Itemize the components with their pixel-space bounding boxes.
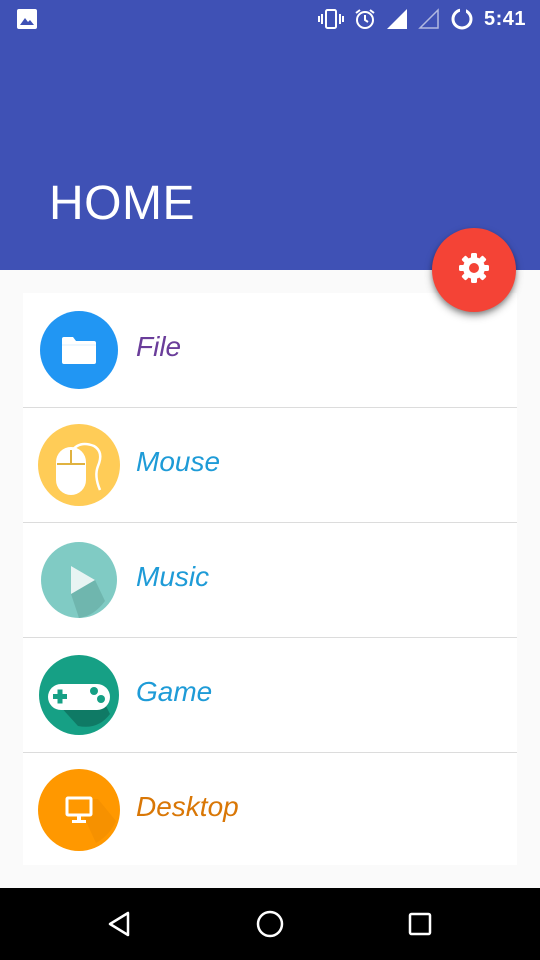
signal-empty-icon bbox=[418, 8, 440, 30]
list-item-label: Desktop bbox=[136, 791, 239, 822]
sync-icon bbox=[450, 7, 474, 31]
list-item-label: Mouse bbox=[136, 446, 221, 477]
system-nav-bar bbox=[0, 888, 540, 960]
list-item-label: Game bbox=[136, 676, 213, 707]
list-item-label: File bbox=[136, 331, 182, 362]
home-button[interactable] bbox=[250, 906, 290, 946]
gamepad-icon bbox=[38, 654, 120, 736]
page-title: HOME bbox=[49, 177, 195, 230]
status-bar: 5:41 bbox=[0, 0, 540, 38]
back-button[interactable] bbox=[100, 906, 140, 946]
list-item-label: Music bbox=[136, 561, 210, 592]
settings-fab-button[interactable] bbox=[432, 228, 516, 312]
list-item-file[interactable]: File bbox=[23, 293, 517, 408]
status-icons: 5:41 bbox=[317, 6, 526, 32]
list-item-desktop[interactable]: Desktop bbox=[23, 753, 517, 867]
list-item-game[interactable]: Game bbox=[23, 638, 517, 753]
list-item-music[interactable]: Music bbox=[23, 523, 517, 638]
home-icon bbox=[255, 909, 285, 944]
gear-icon bbox=[456, 250, 492, 291]
status-time: 5:41 bbox=[483, 7, 526, 30]
play-icon bbox=[38, 539, 120, 621]
alarm-icon bbox=[354, 8, 376, 30]
recents-icon bbox=[407, 911, 433, 942]
list-item-mouse[interactable]: Mouse bbox=[23, 408, 517, 523]
vibrate-icon bbox=[317, 8, 344, 30]
back-icon bbox=[106, 910, 134, 943]
folder-icon bbox=[38, 309, 120, 391]
recents-button[interactable] bbox=[400, 906, 440, 946]
menu-list: File Mouse Music Game Desktop bbox=[23, 293, 517, 865]
monitor-icon bbox=[38, 769, 120, 851]
image-icon bbox=[16, 8, 38, 30]
mouse-icon bbox=[38, 424, 120, 506]
signal-full-icon bbox=[386, 8, 408, 30]
